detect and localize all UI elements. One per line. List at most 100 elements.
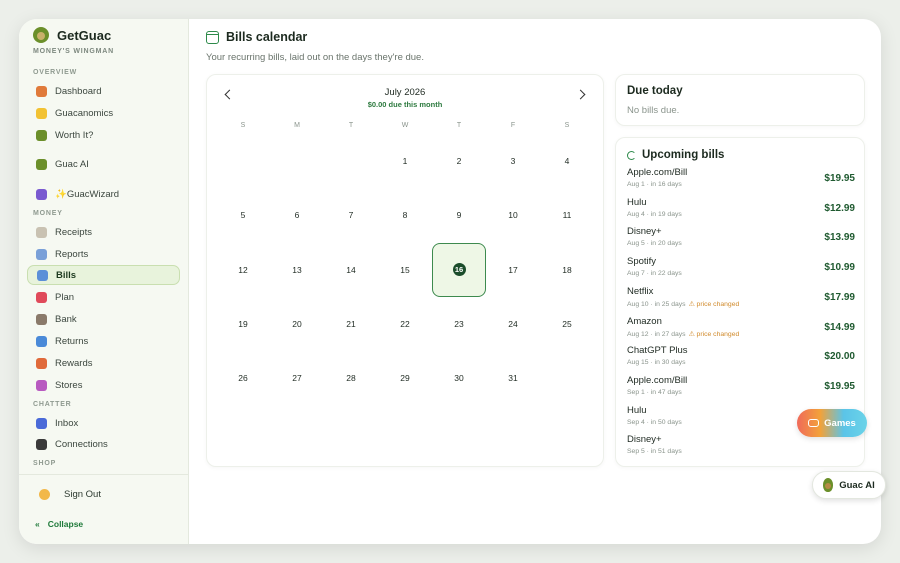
house-icon xyxy=(36,85,47,97)
price-changed-badge: ⚠ price changed xyxy=(688,300,740,308)
bill-name: Netflix xyxy=(627,285,654,297)
calendar-day-number: 31 xyxy=(508,373,518,384)
calendar-day-number: 12 xyxy=(238,264,248,275)
calendar-day[interactable]: 20 xyxy=(270,297,324,351)
bill-name: Apple.com/Bill xyxy=(627,374,688,386)
page-header: Bills calendar xyxy=(206,30,307,44)
calendar-day[interactable]: 8 xyxy=(378,188,432,242)
games-button[interactable]: Games xyxy=(797,409,867,437)
page-title: Bills calendar xyxy=(226,30,308,44)
wizard-icon xyxy=(36,188,47,200)
sidebar-item-label: Bills xyxy=(56,269,77,281)
price-changed-badge: ⚠ price changed xyxy=(688,330,740,338)
sidebar-item-reports[interactable]: Reports xyxy=(27,244,180,264)
bill-name: Spotify xyxy=(627,256,657,268)
calendar-day-number: 16 xyxy=(452,263,466,277)
guac-ai-button[interactable]: Guac AI xyxy=(812,471,886,499)
calendar-day[interactable]: 27 xyxy=(270,351,324,405)
brand[interactable]: GetGuac xyxy=(33,27,111,43)
calendar-day[interactable]: 31 xyxy=(486,351,540,405)
list-item[interactable]: Hulu Aug 4 · in 19 days $12.99 xyxy=(627,197,855,225)
calendar-day[interactable]: 13 xyxy=(270,243,324,297)
calendar-day[interactable]: 17 xyxy=(486,243,540,297)
collapse-label: Collapse xyxy=(47,519,84,529)
bill-amount: $19.95 xyxy=(824,173,855,184)
calendar-day[interactable]: 25 xyxy=(540,297,594,351)
bill-due-date: Sep 4 · in 50 days xyxy=(627,418,682,426)
calendar-day[interactable]: 10 xyxy=(486,188,540,242)
sidebar-item-bank[interactable]: Bank xyxy=(27,309,180,329)
bill-name: Disney+ xyxy=(627,434,662,446)
list-item[interactable]: Netflix Aug 10 · in 25 days ⚠ price change… xyxy=(627,286,855,314)
calendar-day[interactable]: 24 xyxy=(486,297,540,351)
collapse-button[interactable]: « Collapse xyxy=(35,519,83,529)
calendar-day[interactable]: 2 xyxy=(432,134,486,188)
due-today-empty: No bills due. xyxy=(627,105,680,116)
refresh-icon xyxy=(627,150,636,160)
calendar-day-number: 3 xyxy=(510,156,516,166)
sidebar-item-dashboard[interactable]: Dashboard xyxy=(27,81,180,101)
calendar-day[interactable]: 23 xyxy=(432,297,486,351)
bill-meta: Aug 5 · in 20 days xyxy=(627,240,685,247)
list-item[interactable]: ChatGPT Plus Aug 15 · in 30 days $20.00 xyxy=(627,345,855,373)
calendar-day-number: 25 xyxy=(562,318,572,329)
sidebar-item-guacanomics[interactable]: Guacanomics xyxy=(27,103,180,123)
list-item[interactable]: Spotify Aug 7 · in 22 days $10.99 xyxy=(627,256,855,284)
sidebar-item-worth-it[interactable]: Worth It? xyxy=(27,125,180,145)
calendar-day[interactable]: 12 xyxy=(216,243,270,297)
sidebar-item-rewards[interactable]: Rewards xyxy=(27,353,180,373)
calendar-day[interactable]: 18 xyxy=(540,243,594,297)
bill-due-date: Sep 5 · in 51 days xyxy=(627,448,682,456)
sidebar-item-label: ✨GuacWizard xyxy=(55,188,120,200)
list-item[interactable]: Apple.com/Bill Sep 1 · in 47 days $19.95 xyxy=(627,375,855,403)
sidebar-item-connections[interactable]: Connections xyxy=(27,434,180,454)
sidebar-item-receipts[interactable]: Receipts xyxy=(27,222,180,242)
calendar-day[interactable]: 29 xyxy=(378,351,432,405)
sidebar-item-guacwizard[interactable]: ✨GuacWizard xyxy=(27,184,180,204)
calendar-day[interactable]: 5 xyxy=(216,188,270,242)
calendar-day-today[interactable]: 16 xyxy=(432,242,486,297)
calendar-day[interactable]: 7 xyxy=(324,188,378,242)
calendar-icon xyxy=(37,269,48,281)
sign-out-button[interactable]: Sign Out xyxy=(39,489,101,500)
bill-amount: $12.99 xyxy=(824,202,855,214)
sidebar-item-guac-ai[interactable]: Guac AI xyxy=(27,154,180,174)
sidebar-item-stores[interactable]: Stores xyxy=(27,375,180,395)
calendar-day[interactable]: 1 xyxy=(378,134,432,188)
calendar-day[interactable]: 28 xyxy=(324,351,378,405)
bill-meta: Aug 7 · in 22 days xyxy=(627,270,685,277)
calendar-day[interactable]: 22 xyxy=(378,297,432,351)
calendar-day[interactable]: 4 xyxy=(540,134,594,188)
list-item[interactable]: Disney+ Sep 5 · in 51 days xyxy=(627,434,855,462)
calendar-day[interactable]: 15 xyxy=(378,243,432,297)
calendar-day[interactable]: 26 xyxy=(216,351,270,405)
calendar-day[interactable]: 30 xyxy=(432,351,486,405)
calendar-day-number: 24 xyxy=(508,318,518,329)
bill-meta: Sep 4 · in 50 days xyxy=(627,419,685,426)
bill-amount: $17.99 xyxy=(824,291,855,303)
sidebar-item-plan[interactable]: Plan xyxy=(27,287,180,307)
sidebar-item-inbox[interactable]: Inbox xyxy=(27,413,180,433)
sidebar-item-bills[interactable]: Bills xyxy=(27,265,180,285)
month-title: July 2026 xyxy=(384,87,426,98)
list-item[interactable]: Disney+ Aug 5 · in 20 days $13.99 xyxy=(627,226,855,254)
sidebar-item-label: Guacanomics xyxy=(55,107,114,119)
calendar-day[interactable]: 6 xyxy=(270,188,324,242)
calendar-day[interactable]: 3 xyxy=(486,134,540,188)
calendar-day[interactable]: 21 xyxy=(324,297,378,351)
calendar-day[interactable]: 9 xyxy=(432,188,486,242)
calendar-day[interactable]: 14 xyxy=(324,243,378,297)
main-content: Bills calendar Your recurring bills, lai… xyxy=(189,19,881,544)
weekday-header: T xyxy=(456,122,462,129)
bill-due-date: Sep 1 · in 47 days xyxy=(627,388,682,396)
list-item[interactable]: Apple.com/Bill Aug 1 · in 16 days $19.95 xyxy=(627,167,855,195)
calendar-day-number: 18 xyxy=(562,264,572,275)
sidebar-item-label: Dashboard xyxy=(55,85,102,97)
bill-meta: Aug 10 · in 25 days ⚠ price changed xyxy=(627,300,739,308)
plug-icon xyxy=(36,438,47,450)
calendar-day[interactable]: 19 xyxy=(216,297,270,351)
calendar-day[interactable]: 11 xyxy=(540,188,594,242)
list-item[interactable]: Amazon Aug 12 · in 27 days ⚠ price changed… xyxy=(627,316,855,344)
sidebar-item-returns[interactable]: Returns xyxy=(27,331,180,351)
store-icon xyxy=(36,379,47,391)
